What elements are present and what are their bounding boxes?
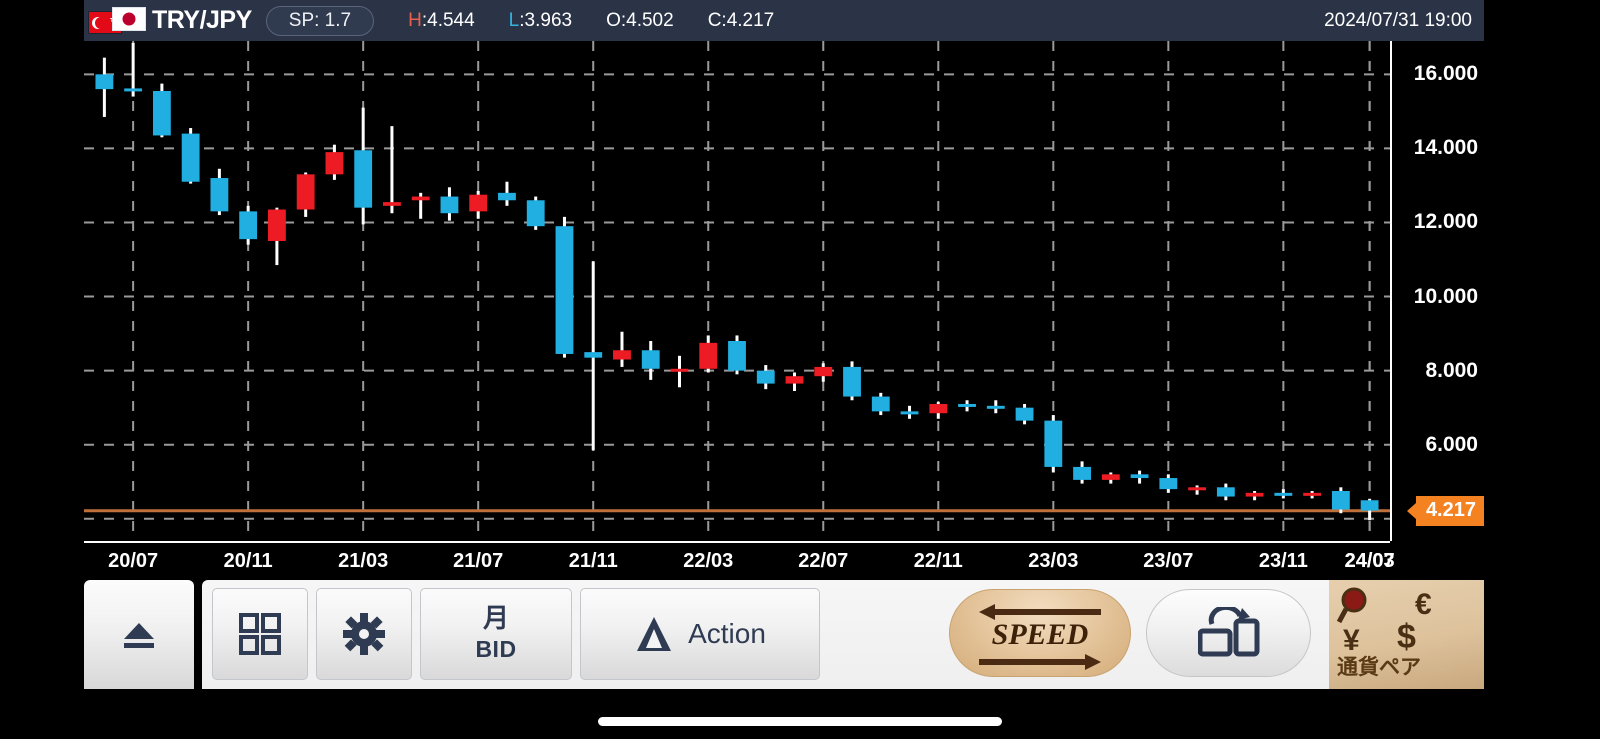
low-quote: L:3.963: [509, 10, 572, 32]
x-axis-tick: 23/03: [1028, 550, 1078, 573]
y-axis-tick: 12.000: [1414, 210, 1478, 234]
magnifier-icon: [1337, 586, 1377, 626]
layout-grid-button[interactable]: [212, 588, 308, 680]
spread-badge[interactable]: SP: 1.7: [266, 6, 374, 36]
bid-ask-label: BID: [475, 636, 516, 663]
eject-button[interactable]: [84, 580, 194, 689]
x-axis-tick: 22/07: [798, 550, 848, 573]
candlestick-plot[interactable]: [84, 41, 1390, 541]
y-axis-tick: 16.000: [1414, 62, 1478, 86]
euro-symbol: €: [1415, 588, 1432, 622]
high-value: 4.544: [427, 10, 475, 31]
action-label: Action: [688, 618, 766, 650]
timeframe-label: 月: [483, 605, 509, 631]
price-chart[interactable]: 16.00014.00012.00010.0008.0006.0004.0004…: [84, 41, 1484, 575]
page-title: TRY/JPY: [152, 6, 252, 35]
x-axis-tick: 23/07: [1143, 550, 1193, 573]
low-label: L: [509, 10, 520, 31]
close-label: C: [708, 10, 722, 31]
candlestick-svg: [84, 41, 1390, 541]
x-axis-tick: 20/11: [224, 550, 273, 573]
current-price-tag: 4.217: [1416, 496, 1484, 526]
bottom-toolbar: 月 BID Action SPEED: [84, 575, 1484, 689]
rotate-device-icon: [1198, 607, 1260, 659]
currency-pair-label: 通貨ペア: [1337, 651, 1421, 681]
double-arrow-icon: SPEED: [965, 596, 1115, 670]
close-quote: C:4.217: [708, 10, 775, 32]
grid-icon: [239, 613, 281, 655]
home-indicator-area: [0, 689, 1600, 739]
y-axis-tick: 6.000: [1425, 433, 1478, 457]
speed-label: SPEED: [992, 618, 1089, 651]
y-axis-tick: 10.000: [1414, 285, 1478, 309]
x-axis-tick: 21/11: [569, 550, 618, 573]
timeframe-bid-button[interactable]: 月 BID: [420, 588, 572, 680]
action-button[interactable]: Action: [580, 588, 820, 680]
open-value: 4.502: [626, 10, 674, 31]
high-quote: H:4.544: [408, 10, 475, 32]
settings-button[interactable]: [316, 588, 412, 680]
device-content: TRY/JPY SP: 1.7 H:4.544 L:3.963 O:4.502 …: [84, 0, 1484, 739]
japan-flag-icon: [112, 7, 146, 31]
rotate-screen-button[interactable]: [1146, 589, 1311, 677]
gear-icon: [343, 613, 385, 655]
y-axis-tick: 14.000: [1414, 136, 1478, 160]
x-axis-tick: 20/07: [108, 550, 158, 573]
currency-pair-flags: [88, 7, 146, 35]
currency-pair-button[interactable]: € $ ¥ 通貨ペア: [1329, 580, 1484, 689]
x-axis-tick: 21/07: [453, 550, 503, 573]
x-axis: 20/07 20/11 21/03 21/07 21/11 22/03 22/07 22/11…: [84, 541, 1390, 575]
quote-header: TRY/JPY SP: 1.7 H:4.544 L:3.963 O:4.502 …: [84, 0, 1484, 41]
y-axis-tick: 8.000: [1425, 359, 1478, 383]
home-indicator[interactable]: [598, 717, 1002, 726]
action-triangle-icon: [634, 614, 674, 654]
y-axis: 16.00014.00012.00010.0008.0006.0004.0004…: [1390, 41, 1484, 541]
eject-icon: [116, 615, 162, 655]
close-value: 4.217: [727, 10, 775, 31]
high-label: H: [408, 10, 422, 31]
x-axis-tick: 21/03: [338, 550, 388, 573]
open-quote: O:4.502: [606, 10, 674, 32]
low-value: 3.963: [525, 10, 573, 31]
open-label: O: [606, 10, 621, 31]
x-axis-tick: 22/11: [914, 550, 963, 573]
speed-order-button[interactable]: SPEED: [949, 589, 1131, 677]
x-axis-tick: 23/11: [1259, 550, 1308, 573]
x-axis-tick: 22/03: [683, 550, 733, 573]
quote-timestamp: 2024/07/31 19:00: [1324, 10, 1472, 32]
x-axis-tick: 24/07: [1345, 550, 1395, 573]
app-screen: TRY/JPY SP: 1.7 H:4.544 L:3.963 O:4.502 …: [0, 0, 1600, 739]
